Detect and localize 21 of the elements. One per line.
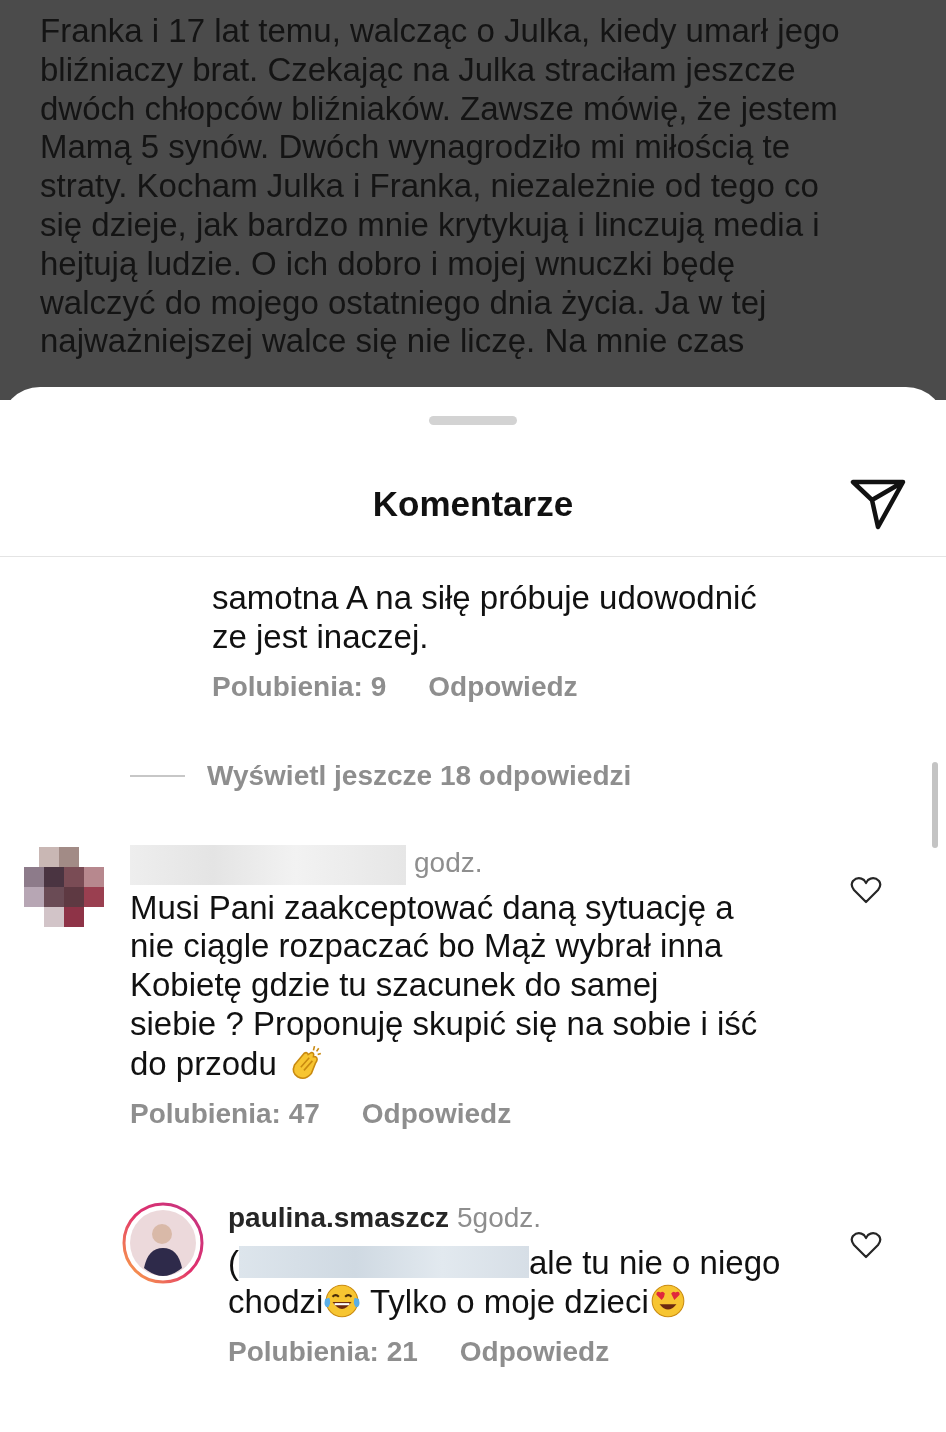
heart-icon[interactable] [850, 1229, 882, 1260]
comment-time: 5godz. [457, 1201, 542, 1234]
view-replies-link[interactable]: Wyświetl jeszcze 18 odpowiedzi [207, 759, 632, 792]
sheet-title: Komentarze [372, 484, 574, 524]
reply-link[interactable]: Odpowiedz [428, 670, 578, 703]
scrollbar[interactable] [932, 762, 938, 848]
reply-link[interactable]: Odpowiedz [459, 1336, 610, 1369]
reply-link[interactable]: Odpowiedz [361, 1097, 512, 1130]
likes-count: Polubienia: 9 [212, 670, 387, 703]
username[interactable]: paulina.smaszcz [228, 1201, 449, 1234]
pixelated-avatar[interactable] [24, 846, 106, 929]
comment-text: ( ale tu nie o niego chodzi Tylko o moje dzieci [228, 1243, 782, 1323]
likes-count: Polubienia: 47 [130, 1097, 320, 1130]
comment-time: godz. [414, 846, 483, 879]
comment-text: Musi Pani zaakceptować daną sytuację a nie ciągle rozpaczać bo Mąż wybrał inna Kobietę gdzie tu szacunek do samej siebie ? Proponuję skupić się na sobie i iść do przodu [130, 888, 759, 1084]
send-icon[interactable] [850, 478, 906, 530]
heart-icon[interactable] [850, 874, 882, 905]
likes-count: Polubienia: 21 [228, 1336, 418, 1369]
drag-handle[interactable] [429, 416, 517, 425]
comment-text: samotna A na siłę próbuje udowodnić ze jest inaczej. [212, 579, 758, 657]
avatar-icon[interactable] [122, 1201, 204, 1284]
